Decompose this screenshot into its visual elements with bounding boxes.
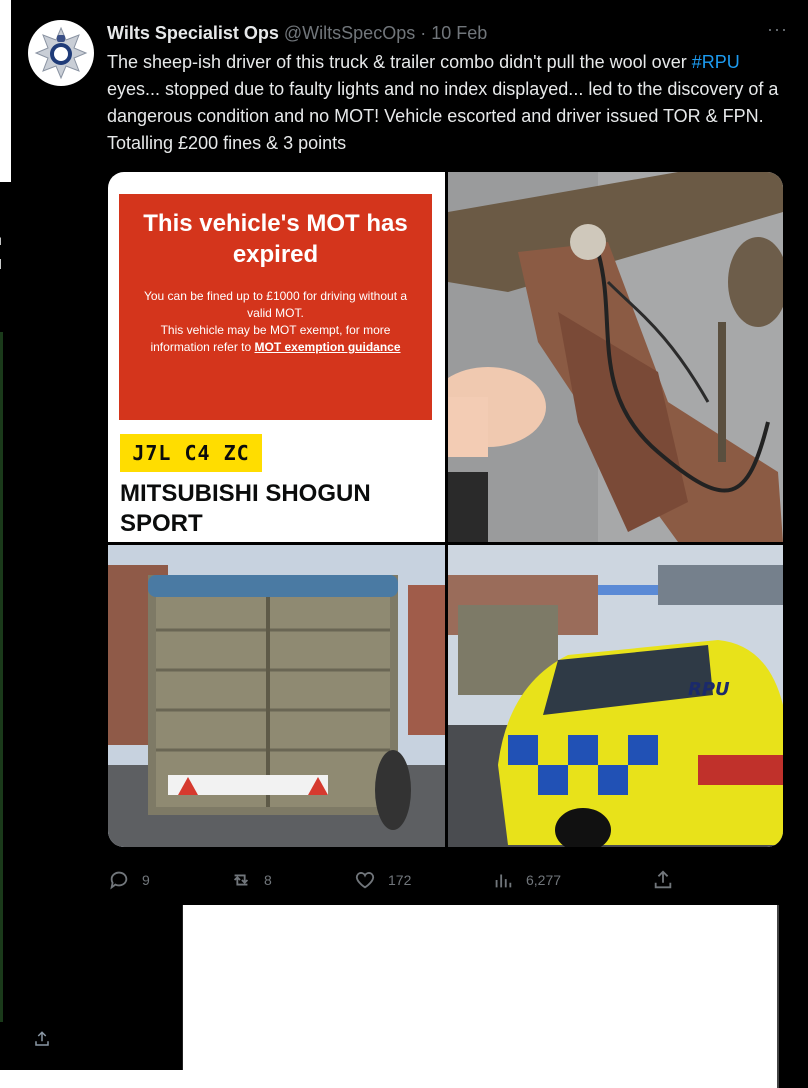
author-name[interactable]: Wilts Specialist Ops	[107, 23, 279, 43]
reply-button[interactable]: 9	[108, 866, 150, 894]
background-panel-edge	[779, 905, 808, 1088]
hashtag-link[interactable]: #RPU	[692, 52, 740, 72]
tweet-text-part: The sheep-ish driver of this truck & tra…	[107, 52, 692, 72]
reply-icon	[110, 871, 128, 890]
like-button[interactable]: 172	[354, 866, 411, 894]
media-image-police-car[interactable]: RPU	[448, 545, 783, 847]
media-image-trailer-wiring[interactable]	[448, 172, 783, 542]
vehicle-name: MITSUBISHI SHOGUN SPORT	[120, 480, 371, 537]
tweet-card[interactable]: Wilts Specialist Ops @WiltsSpecOps · 10 …	[11, 0, 808, 905]
police-crest-icon	[34, 26, 88, 80]
avatar[interactable]	[28, 20, 94, 86]
tweet-date[interactable]: 10 Feb	[431, 23, 487, 43]
like-count: 172	[388, 872, 412, 888]
wiring-photo	[448, 172, 783, 542]
panel-border	[0, 332, 3, 1022]
media-image-livestock-trailer[interactable]	[108, 545, 445, 847]
share-icon[interactable]	[33, 1030, 51, 1048]
tweet-header: Wilts Specialist Ops @WiltsSpecOps · 10 …	[107, 19, 788, 47]
rpu-livery-text: RPU	[688, 679, 730, 700]
police-car-photo: RPU	[448, 545, 783, 847]
more-options-button[interactable]: ···	[767, 19, 788, 40]
mot-description: You can be fined up to £1000 for driving…	[119, 288, 432, 356]
tweet-text-part: eyes... stopped due to faulty lights and…	[107, 79, 779, 153]
number-plate: J7L C4 ZC	[120, 434, 262, 472]
separator-dot: ·	[420, 23, 427, 43]
like-icon	[355, 872, 375, 889]
mot-fine-text: You can be fined up to £1000 for driving…	[143, 289, 408, 320]
mot-warning-banner: This vehicle's MOT has expired You can b…	[119, 194, 432, 420]
tweet-actions: 9 8 172 6,277	[108, 866, 783, 894]
retweet-count: 8	[264, 872, 272, 888]
share-button[interactable]	[652, 866, 686, 894]
views-icon	[495, 874, 512, 888]
cropped-text-fragment: d	[0, 256, 2, 272]
media-image-mot-check[interactable]: This vehicle's MOT has expired You can b…	[108, 172, 445, 542]
views-button[interactable]: 6,277	[492, 866, 561, 894]
reply-count: 9	[142, 872, 150, 888]
retweet-icon	[233, 874, 249, 886]
media-grid: This vehicle's MOT has expired You can b…	[108, 172, 783, 847]
cropped-text-fragment: u	[0, 232, 2, 248]
mot-title: This vehicle's MOT has expired	[143, 210, 408, 268]
mot-exemption-link[interactable]: MOT exemption guidance	[255, 340, 401, 354]
author-handle[interactable]: @WiltsSpecOps	[284, 23, 415, 43]
retweet-button[interactable]: 8	[230, 866, 272, 894]
trailer-photo	[108, 545, 445, 847]
views-count: 6,277	[526, 872, 562, 888]
share-icon	[654, 870, 672, 889]
tweet-text: The sheep-ish driver of this truck & tra…	[107, 49, 797, 157]
